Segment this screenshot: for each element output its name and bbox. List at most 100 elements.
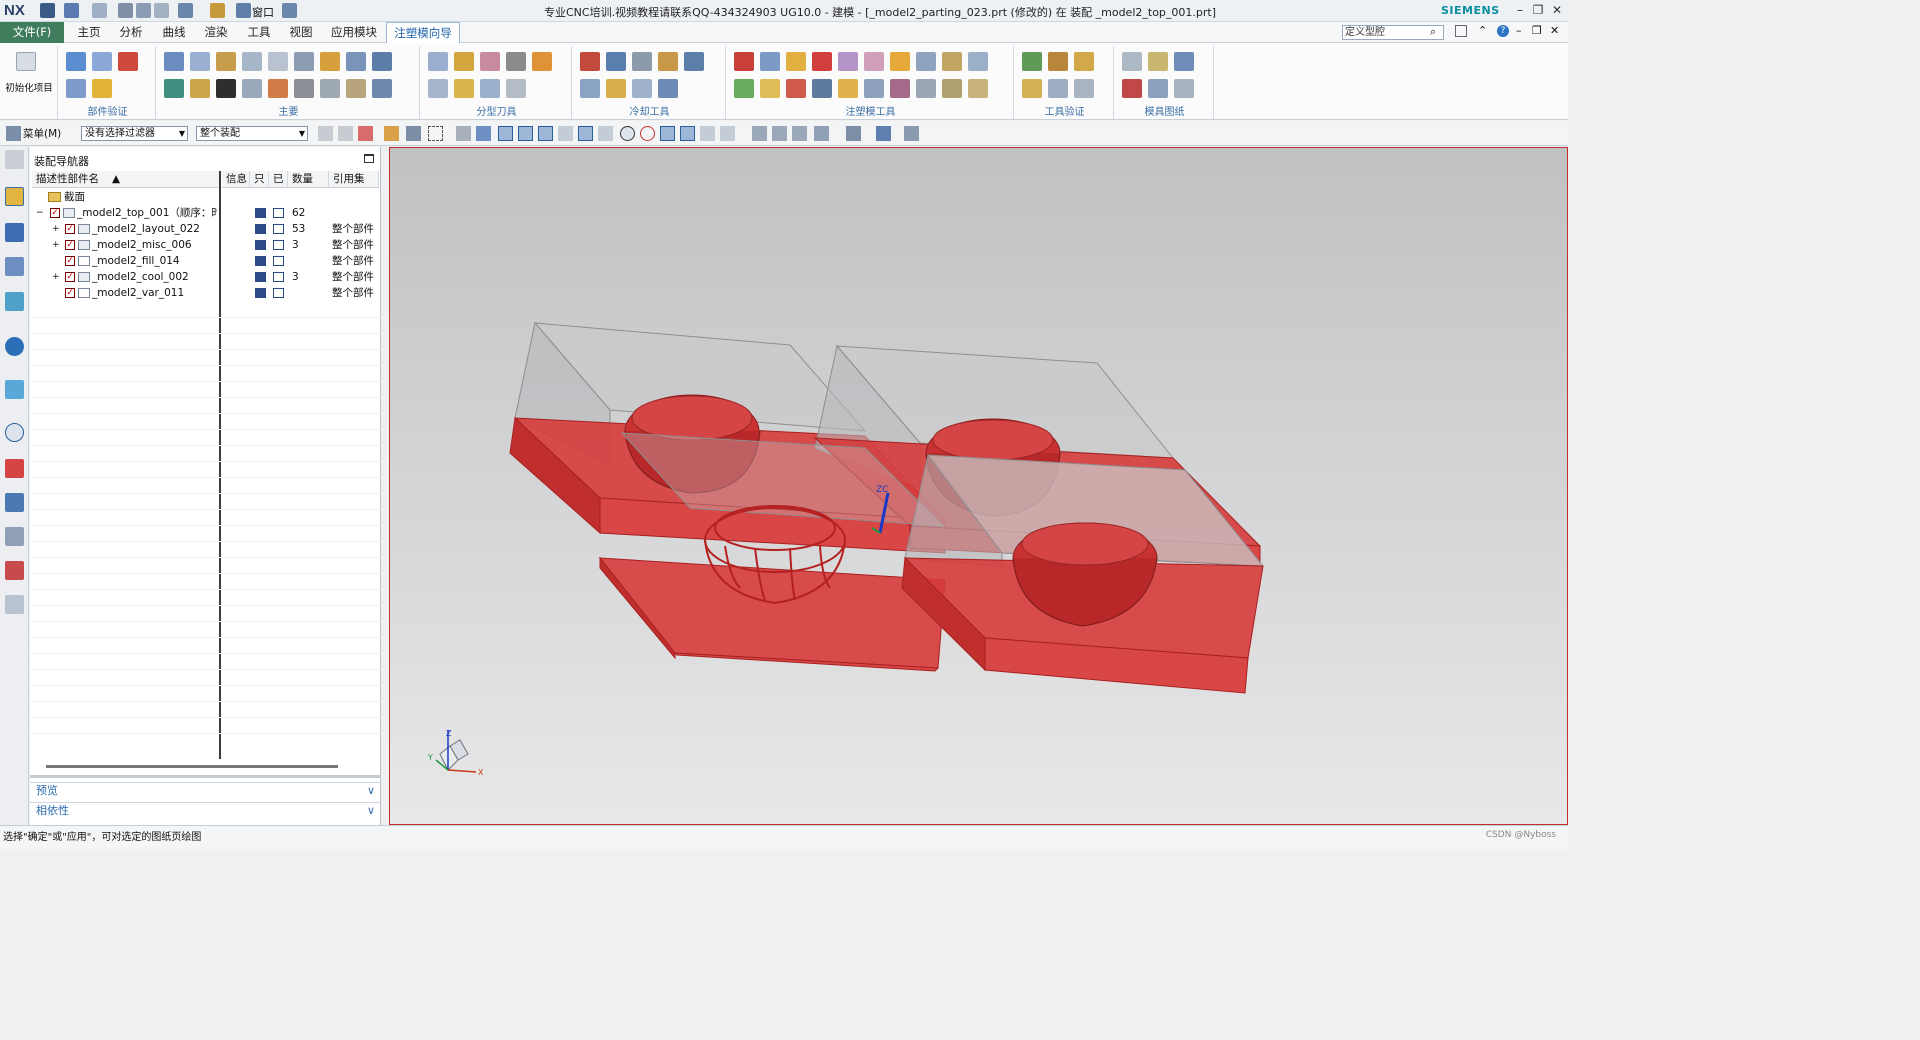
selection-scope-dropdown[interactable]: 整个装配 ▼ [196, 126, 308, 141]
part-close-icon[interactable]: ✕ [1550, 24, 1559, 37]
dependency-section[interactable]: 相依性 ∨ [30, 802, 381, 819]
command-search-input[interactable]: 定义型腔 [1342, 25, 1444, 40]
mold-drawing-3-icon[interactable] [1174, 52, 1194, 71]
part-restore-icon[interactable]: ❐ [1532, 24, 1542, 37]
tree-row[interactable]: + ✓ _model2_misc_006 3 整个部件 [30, 237, 381, 253]
visibility-checkbox[interactable]: ✓ [65, 272, 75, 282]
mold-tool-2-icon[interactable] [760, 52, 780, 71]
mold-tool-18-icon[interactable] [916, 79, 936, 98]
parting-tool-6-icon[interactable] [428, 79, 448, 98]
cooling-tool-9-icon[interactable] [658, 79, 678, 98]
select-tool-7-icon[interactable] [476, 126, 491, 141]
mold-tool-19-icon[interactable] [942, 79, 962, 98]
mold-tool-5-icon[interactable] [838, 52, 858, 71]
tab-application[interactable]: 应用模块 [328, 22, 380, 43]
mold-tool-3-icon[interactable] [786, 52, 806, 71]
snap-intersection-icon[interactable] [578, 126, 593, 141]
main-tool-4-icon[interactable] [242, 52, 262, 71]
select-tool-5-icon[interactable] [406, 126, 421, 141]
part-validation-tool-3-icon[interactable] [118, 52, 138, 71]
part-navigator-icon[interactable] [5, 257, 24, 276]
cooling-tool-2-icon[interactable] [606, 52, 626, 71]
render-style-icon[interactable] [846, 126, 861, 141]
part-validation-tool-1-icon[interactable] [66, 52, 86, 71]
main-tool-16-icon[interactable] [320, 79, 340, 98]
parting-tool-8-icon[interactable] [480, 79, 500, 98]
tree-row[interactable]: + ✓ _model2_layout_022 53 整个部件 [30, 221, 381, 237]
tree-row[interactable]: ✓ _model2_fill_014 整个部件 [30, 253, 381, 269]
tab-render[interactable]: 渲染 [199, 22, 233, 43]
mold-drawing-1-icon[interactable] [1122, 52, 1142, 71]
select-tool-6-icon[interactable] [456, 126, 471, 141]
menu-button[interactable]: 菜单(M) [23, 126, 61, 141]
main-tool-6-icon[interactable] [294, 52, 314, 71]
horizontal-scrollbar[interactable] [46, 765, 338, 768]
mold-drawing-6-icon[interactable] [1174, 79, 1194, 98]
tab-home[interactable]: 主页 [72, 22, 106, 43]
snap-on-face-icon[interactable] [700, 126, 715, 141]
visibility-checkbox[interactable]: ✓ [65, 256, 75, 266]
settings-gear-icon[interactable] [5, 150, 24, 169]
close-icon[interactable]: ✕ [1549, 3, 1565, 19]
mold-tool-10-icon[interactable] [968, 52, 988, 71]
select-tool-1-icon[interactable] [318, 126, 333, 141]
menu-icon[interactable] [6, 126, 21, 141]
cut-icon[interactable] [118, 3, 133, 18]
layout-icon[interactable] [282, 3, 297, 18]
search-icon[interactable]: ⌕ [1430, 25, 1436, 39]
paste-icon[interactable] [154, 3, 169, 18]
view-tool-2-icon[interactable] [772, 126, 787, 141]
tree-row[interactable]: ✓ _model2_var_011 整个部件 [30, 285, 381, 301]
main-tool-12-icon[interactable] [216, 79, 236, 98]
cooling-tool-5-icon[interactable] [684, 52, 704, 71]
history-clock-icon[interactable] [5, 423, 24, 442]
cooling-tool-6-icon[interactable] [580, 79, 600, 98]
init-project-label[interactable]: 初始化项目 [0, 80, 58, 94]
roles-icon[interactable] [5, 527, 24, 546]
cooling-tool-4-icon[interactable] [658, 52, 678, 71]
main-tool-2-icon[interactable] [190, 52, 210, 71]
tree-expander[interactable]: − [36, 205, 44, 221]
snap-tangent-icon[interactable] [598, 126, 613, 141]
mold-tool-4-icon[interactable] [812, 52, 832, 71]
tab-curve[interactable]: 曲线 [157, 22, 191, 43]
web-browser-icon[interactable] [5, 380, 24, 399]
parting-tool-9-icon[interactable] [506, 79, 526, 98]
main-tool-5-icon[interactable] [268, 52, 288, 71]
touch-mode-icon[interactable] [178, 3, 193, 18]
part-validation-tool-2-icon[interactable] [92, 52, 112, 71]
cooling-tool-1-icon[interactable] [580, 52, 600, 71]
cockpit-icon[interactable] [5, 595, 24, 614]
undo-icon[interactable] [64, 3, 79, 18]
tool-validation-2-icon[interactable] [1048, 52, 1068, 71]
tab-analysis[interactable]: 分析 [114, 22, 148, 43]
select-tool-3-icon[interactable] [358, 126, 373, 141]
repeat-command-icon[interactable] [210, 3, 225, 18]
mold-drawing-5-icon[interactable] [1148, 79, 1168, 98]
parting-tool-7-icon[interactable] [454, 79, 474, 98]
tool-validation-4-icon[interactable] [1022, 79, 1042, 98]
tree-expander[interactable]: + [52, 221, 60, 237]
snap-mid-icon[interactable] [538, 126, 553, 141]
mold-tool-8-icon[interactable] [916, 52, 936, 71]
constraint-navigator-icon[interactable] [5, 223, 24, 242]
help-icon[interactable]: ? [1497, 25, 1509, 37]
view-tool-1-icon[interactable] [752, 126, 767, 141]
parting-tool-1-icon[interactable] [428, 52, 448, 71]
snap-end-icon[interactable] [518, 126, 533, 141]
copy-icon[interactable] [136, 3, 151, 18]
column-header-readonly[interactable]: 只 [250, 171, 269, 188]
cooling-tool-7-icon[interactable] [606, 79, 626, 98]
parting-tool-4-icon[interactable] [506, 52, 526, 71]
wireframe-icon[interactable] [876, 126, 891, 141]
mold-tool-7-icon[interactable] [890, 52, 910, 71]
main-tool-11-icon[interactable] [190, 79, 210, 98]
tab-view[interactable]: 视图 [284, 22, 318, 43]
collapse-ribbon-icon[interactable]: ⌃ [1478, 24, 1487, 37]
snap-curve-icon[interactable] [558, 126, 573, 141]
preview-section[interactable]: 预览 ∨ [30, 782, 381, 799]
column-header-modified[interactable]: 已 [269, 171, 288, 188]
mold-tool-13-icon[interactable] [786, 79, 806, 98]
snap-on-curve-icon[interactable] [680, 126, 695, 141]
main-tool-14-icon[interactable] [268, 79, 288, 98]
